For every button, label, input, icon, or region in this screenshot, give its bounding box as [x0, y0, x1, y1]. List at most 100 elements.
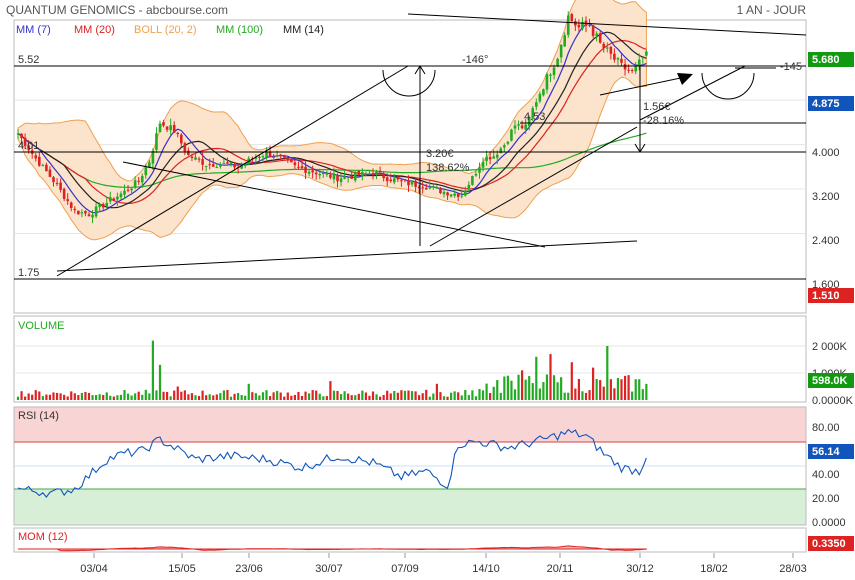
mom-panel: MOM (12) 0.3350	[13, 527, 854, 553]
volume-bar	[176, 386, 179, 400]
volume-bar	[229, 396, 233, 400]
volume-bar	[609, 379, 612, 400]
candle-body	[329, 174, 332, 178]
candle-body	[282, 155, 286, 158]
volume-bar	[215, 394, 218, 400]
volume-bar	[552, 375, 556, 400]
x-tick-label: 07/09	[391, 563, 419, 575]
candle-body	[158, 123, 162, 133]
x-tick-label: 20/11	[547, 563, 574, 575]
candle-body	[183, 143, 187, 152]
stock-chart: QUANTUM GENOMICS - abcbourse.com 1 AN - …	[6, 0, 854, 575]
candle-body	[453, 193, 456, 196]
volume-bar	[290, 395, 293, 400]
candle-body	[368, 173, 371, 175]
candle-body	[201, 159, 204, 165]
chart-stage: QUANTUM GENOMICS - abcbourse.com 1 AN - …	[0, 0, 855, 580]
volume-bar	[73, 393, 76, 400]
volume-bar	[212, 395, 215, 400]
candle-body	[62, 188, 66, 199]
candle-body	[91, 214, 94, 218]
volume-bar	[460, 395, 463, 400]
candle	[471, 175, 474, 186]
candle-body	[343, 176, 346, 179]
candle-body	[197, 158, 201, 160]
mom-title: MOM (12)	[18, 531, 68, 543]
candle-body	[52, 177, 55, 183]
candle-body	[130, 188, 133, 191]
volume-bar	[148, 393, 151, 400]
volume-bar	[59, 393, 62, 400]
volume-bar	[233, 393, 236, 400]
volume-bar	[322, 396, 325, 400]
candle-body	[275, 155, 279, 157]
candle-body	[442, 191, 446, 195]
legend-mm100: MM (100)	[216, 24, 263, 36]
volume-bar	[503, 376, 506, 400]
x-tick-label: 15/05	[168, 563, 196, 575]
volume-bar	[66, 396, 69, 400]
candle-body	[77, 210, 80, 215]
gain-abs-label: 3.20€	[426, 148, 454, 160]
candle-body	[481, 161, 485, 168]
candle-body	[190, 156, 194, 159]
volume-bar	[453, 391, 456, 400]
volume-bar	[20, 391, 23, 400]
legend-boll: BOLL (20, 2)	[134, 24, 197, 36]
volume-bar	[347, 393, 350, 400]
candle-body	[293, 162, 297, 166]
candle-body	[421, 187, 424, 189]
volume-bar	[549, 354, 552, 400]
volume-bar	[400, 390, 403, 400]
candle-body	[598, 33, 602, 43]
candle-body	[382, 173, 385, 179]
candle-body	[137, 180, 140, 182]
volume-bar	[432, 393, 435, 400]
candle-body	[286, 158, 290, 160]
candle-body	[637, 59, 641, 66]
candle-body	[45, 164, 48, 172]
volume-badge: 598.0K	[812, 375, 848, 387]
angle-label-2: -145	[780, 61, 802, 73]
rsi-overbought-zone	[14, 407, 806, 442]
trend-line-support[interactable]	[56, 240, 638, 272]
candle-body	[620, 58, 623, 63]
candle-body	[80, 212, 84, 214]
volume-bar	[616, 377, 620, 400]
price-panel: 5.52 4.01 1.75 4.53 -146° 3.20€ 138.62% …	[13, 0, 854, 314]
volume-bar	[645, 383, 648, 400]
volume-bar	[613, 388, 616, 400]
volume-bar	[84, 392, 87, 400]
candle-body	[311, 170, 314, 173]
candle-body	[439, 188, 442, 194]
volume-bar	[396, 392, 399, 400]
candle-body	[630, 70, 634, 72]
level-label-mid: 4.01	[18, 140, 39, 152]
volume-bar	[581, 391, 584, 400]
candle-body	[55, 183, 59, 185]
candle-body	[346, 176, 350, 178]
volume-bar	[87, 392, 91, 400]
level-label-low: 1.75	[18, 267, 39, 279]
volume-bar	[183, 390, 186, 400]
candle-body	[219, 164, 222, 167]
mom-badge: 0.3350	[812, 538, 846, 550]
legend-mm14: MM (14)	[283, 24, 324, 36]
candle-body	[318, 174, 322, 176]
volume-bar	[119, 394, 123, 400]
volume-bar	[254, 393, 257, 400]
candle-body	[126, 189, 130, 191]
volume-bar	[634, 379, 637, 400]
volume-bar	[286, 392, 289, 400]
candle-body	[233, 163, 236, 168]
badge-low: 1.510	[812, 290, 840, 302]
candle-body	[595, 33, 598, 36]
candle-body	[304, 166, 307, 173]
candle-body	[577, 24, 581, 28]
x-tick-label: 30/07	[315, 563, 343, 575]
volume-bar	[354, 395, 357, 400]
candle-body	[364, 173, 368, 175]
volume-bar	[499, 392, 502, 400]
volume-bar	[162, 391, 165, 400]
candle-body	[211, 164, 215, 167]
